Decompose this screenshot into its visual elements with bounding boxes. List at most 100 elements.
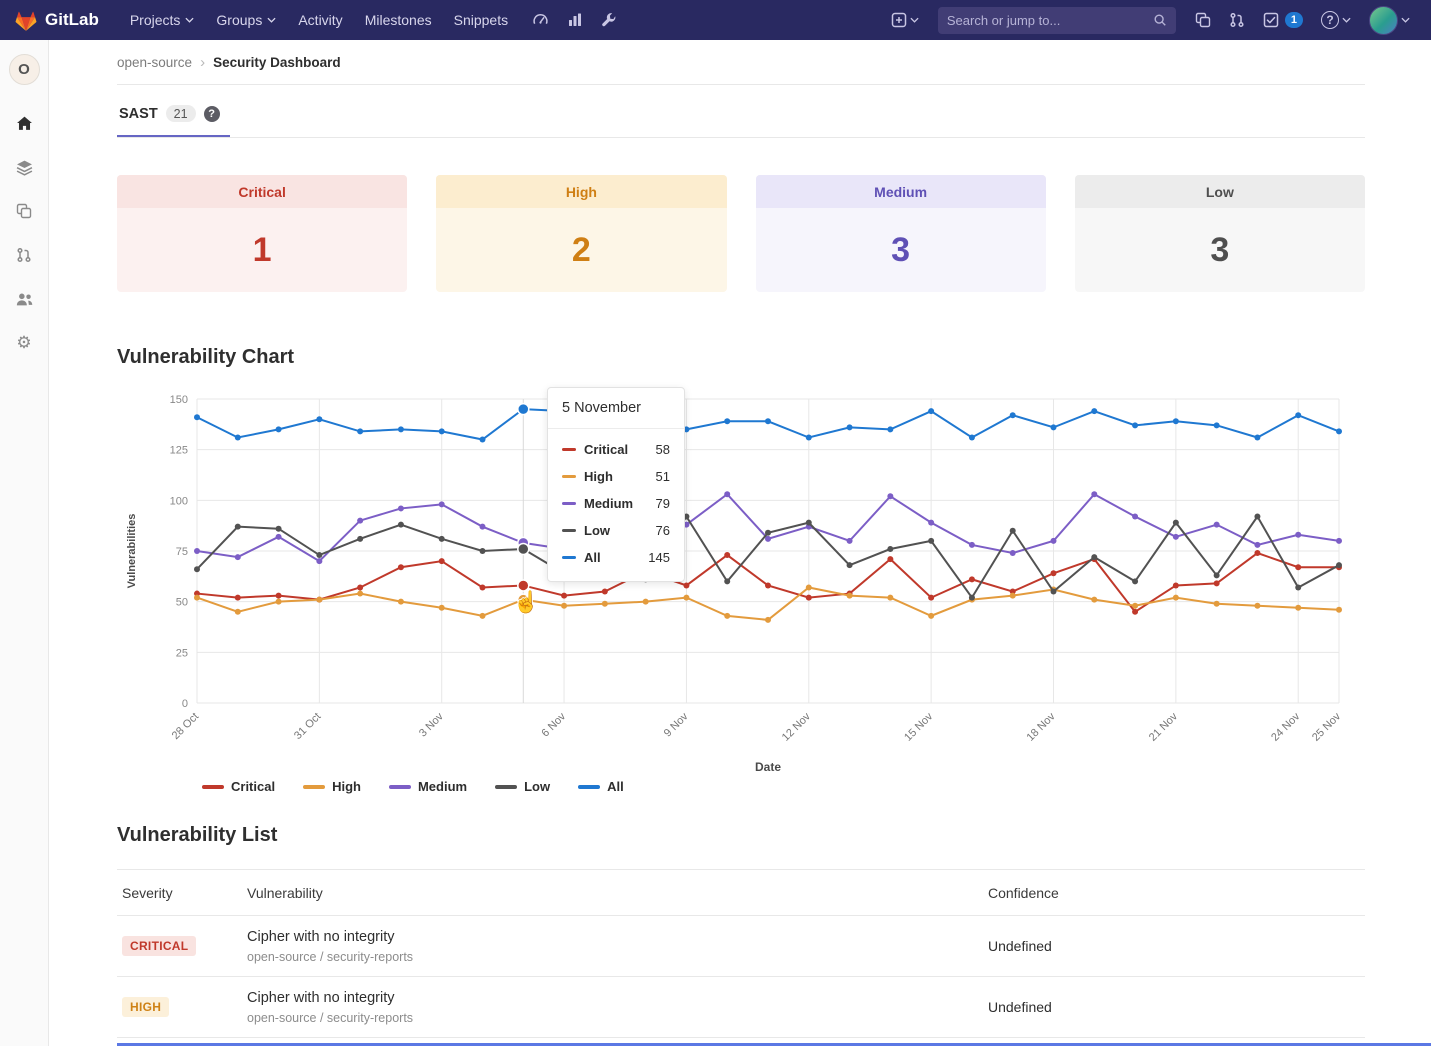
severity-summary-card: Medium 3 [756, 175, 1046, 292]
nav-menu-item[interactable]: Snippets [443, 0, 519, 40]
chevron-down-icon [1342, 17, 1351, 23]
breadcrumb-parent[interactable]: open-source [117, 55, 192, 70]
gitlab-logo[interactable]: GitLab [14, 9, 99, 32]
vulnerability-project: open-source / security-reports [247, 950, 988, 964]
svg-text:100: 100 [170, 495, 188, 507]
vulnerability-chart-canvas[interactable]: 025507510012515028 Oct31 Oct3 Nov6 Nov9 … [117, 385, 1352, 777]
svg-text:12 Nov: 12 Nov [780, 710, 813, 743]
tab-sast[interactable]: SAST 21 ? [117, 105, 230, 137]
new-dropdown-button[interactable] [882, 0, 928, 40]
chevron-down-icon [185, 17, 194, 23]
svg-text:0: 0 [182, 698, 188, 710]
quick-links [523, 0, 626, 40]
vulnerability-table: Severity Vulnerability Confidence CRITIC… [117, 869, 1365, 1038]
svg-text:150: 150 [170, 394, 188, 406]
svg-text:9 Nov: 9 Nov [662, 710, 691, 739]
legend-swatch-icon [578, 785, 600, 789]
help-menu[interactable]: ? [1312, 0, 1360, 40]
series-dash-icon [562, 448, 576, 451]
vulnerability-project: open-source / security-reports [247, 1011, 988, 1025]
nav-menu-item[interactable]: Projects [119, 0, 206, 40]
series-dash-icon [562, 475, 576, 478]
svg-text:75: 75 [176, 546, 188, 558]
search-icon [1153, 13, 1167, 27]
legend-item[interactable]: Critical [202, 779, 275, 794]
sidebar-item-members[interactable] [0, 277, 49, 321]
svg-text:3 Nov: 3 Nov [417, 710, 446, 739]
vulnerability-name[interactable]: Cipher with no integrity [247, 990, 988, 1006]
chevron-down-icon [1401, 17, 1410, 23]
confidence-value: Undefined [988, 999, 1365, 1015]
legend-item[interactable]: All [578, 779, 624, 794]
user-menu[interactable] [1360, 0, 1419, 40]
tab-help-icon[interactable]: ? [204, 106, 220, 122]
settings-gear-icon: ⚙ [16, 333, 31, 353]
svg-text:Date: Date [755, 760, 781, 774]
severity-summary-card: High 2 [436, 175, 726, 292]
tab-count-badge: 21 [166, 105, 196, 122]
severity-card-count: 2 [436, 208, 726, 292]
breadcrumb: open-source › Security Dashboard [117, 40, 1365, 85]
svg-text:18 Nov: 18 Nov [1024, 710, 1057, 743]
svg-text:25 Nov: 25 Nov [1310, 710, 1343, 743]
project-avatar[interactable]: O [9, 54, 40, 85]
svg-text:21 Nov: 21 Nov [1147, 710, 1180, 743]
severity-card-label: Medium [756, 175, 1046, 208]
tab-label: SAST [119, 106, 158, 122]
severity-card-count: 3 [1075, 208, 1365, 292]
vulnerability-name[interactable]: Cipher with no integrity [247, 929, 988, 945]
merge-request-icon[interactable] [1220, 0, 1254, 40]
issues-icon [16, 203, 32, 219]
list-section-title: Vulnerability List [117, 824, 1365, 847]
search-input[interactable] [947, 13, 1153, 28]
severity-summary-cards: Critical 1 High 2 Medium 3 Low 3 [117, 175, 1365, 292]
severity-card-count: 1 [117, 208, 407, 292]
sidebar-item-home[interactable] [0, 101, 49, 145]
severity-badge: CRITICAL [122, 936, 196, 956]
table-row[interactable]: HIGH Cipher with no integrity open-sourc… [117, 977, 1365, 1038]
search-box[interactable] [938, 7, 1176, 34]
tooltip-row: High 51 [562, 469, 670, 484]
legend-item[interactable]: Medium [389, 779, 467, 794]
navbar-right: 1 ? [882, 0, 1419, 40]
dashboard-gauge-icon[interactable] [523, 0, 558, 40]
analytics-icon[interactable] [558, 0, 592, 40]
nav-menu-item[interactable]: Groups [205, 0, 287, 40]
legend-item[interactable]: High [303, 779, 361, 794]
breadcrumb-chevron-icon: › [200, 54, 205, 71]
main-content: open-source › Security Dashboard SAST 21… [49, 40, 1431, 1038]
repository-icon [16, 159, 33, 176]
todos-button[interactable]: 1 [1254, 0, 1312, 40]
svg-text:Vulnerabilities: Vulnerabilities [126, 514, 138, 589]
admin-wrench-icon[interactable] [592, 0, 626, 40]
boards-icon[interactable] [1186, 0, 1220, 40]
sidebar-item-settings[interactable]: ⚙ [0, 321, 49, 365]
severity-card-label: High [436, 175, 726, 208]
legend-item[interactable]: Low [495, 779, 550, 794]
sidebar-item-repository[interactable] [0, 145, 49, 189]
column-severity: Severity [117, 885, 247, 901]
nav-menu-item[interactable]: Activity [287, 0, 353, 40]
table-body: CRITICAL Cipher with no integrity open-s… [117, 916, 1365, 1038]
legend-swatch-icon [303, 785, 325, 789]
table-header: Severity Vulnerability Confidence [117, 869, 1365, 916]
chevron-down-icon [267, 17, 276, 23]
chart-tooltip: 5 November Critical 58 High 51 Medium 79… [547, 387, 685, 582]
svg-text:25: 25 [176, 647, 188, 659]
top-navbar: GitLab Projects Groups Activity Mileston… [0, 0, 1431, 40]
nav-menu-item[interactable]: Milestones [354, 0, 443, 40]
legend-swatch-icon [389, 785, 411, 789]
severity-card-label: Low [1075, 175, 1365, 208]
column-confidence: Confidence [988, 885, 1365, 901]
svg-text:15 Nov: 15 Nov [902, 710, 935, 743]
severity-summary-card: Low 3 [1075, 175, 1365, 292]
svg-text:125: 125 [170, 445, 188, 457]
sidebar-item-issues[interactable] [0, 189, 49, 233]
sidebar-item-merge-requests[interactable] [0, 233, 49, 277]
severity-summary-card: Critical 1 [117, 175, 407, 292]
confidence-value: Undefined [988, 938, 1365, 954]
table-row[interactable]: CRITICAL Cipher with no integrity open-s… [117, 916, 1365, 977]
chevron-down-icon [910, 17, 919, 23]
svg-text:28 Oct: 28 Oct [170, 711, 201, 742]
plus-square-icon [891, 12, 907, 28]
